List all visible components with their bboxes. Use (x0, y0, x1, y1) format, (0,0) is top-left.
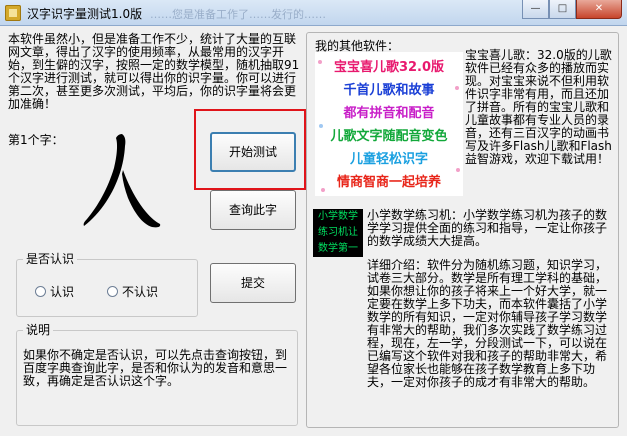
note-groupbox: 说明 如果你不确定是否认识，可以先点击查询按钮，到百度字典查询此字，是否和你认为… (16, 323, 298, 426)
baby-songs-description: 宝宝喜儿歌：32.0版的儿歌软件已经有众多的播放而实现。对宝宝来说不但利用软件识… (465, 48, 612, 166)
radio-not-recognize[interactable]: 不认识 (107, 283, 158, 300)
math-badge-line: 小学数学 (318, 211, 358, 222)
note-text: 如果你不确定是否认识，可以先点击查询按钮，到百度字典查询此字，是否和你认为的发音… (23, 348, 288, 388)
ad-line: 千首儿歌和故事 (343, 83, 435, 98)
ad-line: 儿童轻松识字 (349, 152, 428, 167)
baby-songs-ad[interactable]: 宝宝喜儿歌32.0版 千首儿歌和故事 都有拼音和配音 儿歌文字随配音变色 儿童轻松识字情… (315, 52, 463, 196)
math-badge-line: 数学第一 (318, 243, 358, 254)
background-window-title: ……您是准备工作了……发行的…… (150, 8, 326, 21)
minimize-button[interactable]: — (522, 0, 549, 19)
math-practice-description: 小学数学练习机：小学数学练习机为孩子的数学学习提供全面的练习和指导，一定让你孩子… (367, 208, 608, 248)
current-character (83, 134, 161, 228)
radio-recognize[interactable]: 认识 (35, 283, 74, 300)
ad-line: 宝宝喜儿歌32.0版 (333, 60, 445, 75)
radio-recognize-label: 认识 (50, 285, 75, 299)
radio-circle-icon (107, 286, 118, 297)
close-button[interactable]: ✕ (576, 0, 622, 19)
math-practice-detail: 详细介绍：软件分为随机练习题，知识学习，试卷三大部分。数学是所有理工学科的基础，… (367, 258, 608, 389)
main-client-area: 本软件虽然小，但是准备工作不少，统计了大量的互联网文章，得出了汉字的使用频率，从… (0, 27, 627, 436)
note-group-title: 说明 (23, 323, 54, 337)
radio-not-recognize-label: 不认识 (122, 285, 159, 299)
char-index-label: 第1个字： (8, 133, 64, 147)
recognize-groupbox: 是否认识 认识 不认识 (16, 252, 198, 317)
maximize-button[interactable]: □ (549, 0, 576, 19)
ad-line: 情商智商一起培养 (336, 175, 441, 190)
ad-line: 儿歌文字随配音变色 (330, 129, 448, 144)
decor-dot (455, 86, 459, 90)
highlight-frame (194, 109, 306, 190)
intro-text: 本软件虽然小，但是准备工作不少，统计了大量的互联网文章，得出了汉字的使用频率，从… (8, 32, 300, 111)
recognize-group-title: 是否认识 (23, 252, 78, 266)
ad-line: 都有拼音和配音 (343, 106, 435, 121)
decor-dot (456, 168, 460, 172)
window-title: 汉字识字量测试1.0版 (27, 7, 143, 21)
decor-dot (319, 124, 323, 128)
other-software-panel: 我的其他软件： 宝宝喜儿歌32.0版 千首儿歌和故事 都有拼音和配音 儿歌文字随配音变… (306, 32, 619, 428)
window-controls: — □ ✕ (522, 0, 622, 20)
submit-button[interactable]: 提交 (210, 263, 296, 303)
math-badge-line: 练习机让 (318, 227, 358, 238)
decor-dot (321, 188, 325, 192)
title-bar: 汉字识字量测试1.0版 ……您是准备工作了……发行的…… — □ ✕ (0, 0, 627, 26)
radio-circle-icon (35, 286, 46, 297)
app-icon (5, 5, 21, 21)
math-practice-badge[interactable]: 小学数学 练习机让 数学第一 (313, 209, 363, 257)
decor-dot (318, 60, 322, 64)
query-char-button[interactable]: 查询此字 (210, 190, 296, 230)
